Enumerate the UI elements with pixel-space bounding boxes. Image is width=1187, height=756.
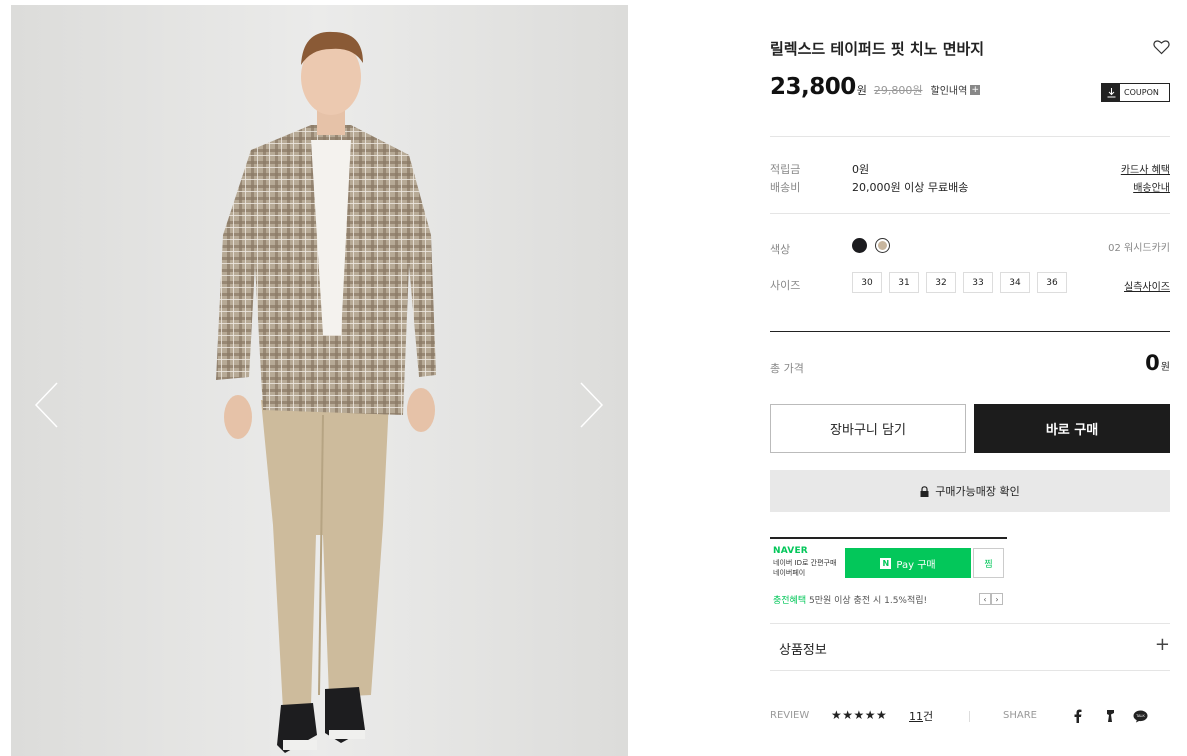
gallery-prev-arrow[interactable] (33, 381, 61, 429)
plus-icon: + (970, 84, 981, 95)
review-label: REVIEW (770, 710, 810, 721)
naver-pay-description: 네이버 ID로 간편구매 네이버페이 (773, 559, 837, 577)
divider (770, 670, 1170, 671)
product-image-gallery (11, 5, 628, 756)
product-info-panel: 릴렉스드 테이퍼드 핏 치노 면바지 23,800 원 29,800원 할인내역… (770, 0, 1170, 756)
naver-pay-buy-label: Pay 구매 (896, 559, 936, 571)
coupon-button[interactable]: COUPON (1101, 83, 1170, 102)
kakaotalk-icon[interactable]: TALK (1132, 708, 1148, 724)
size-option[interactable]: 33 (963, 272, 993, 293)
naver-wishlist-button[interactable]: 찜 (973, 548, 1004, 578)
naver-n-icon: N (880, 557, 892, 569)
store-availability-button[interactable]: 구매가능매장 확인 (770, 470, 1170, 512)
size-option[interactable]: 36 (1037, 272, 1067, 293)
naver-logo: NAVER (773, 546, 808, 556)
divider (770, 331, 1170, 332)
coupon-label: COUPON (1124, 88, 1159, 97)
heart-icon[interactable] (1153, 39, 1170, 55)
facebook-icon[interactable] (1070, 708, 1086, 724)
separator (969, 711, 970, 722)
lock-icon (920, 485, 929, 497)
total-price: 0 원 (1145, 351, 1170, 375)
shipping-value: 20,000원 이상 무료배송 (852, 181, 969, 194)
divider (770, 213, 1170, 214)
color-swatch-black[interactable] (852, 238, 867, 253)
buy-now-button[interactable]: 바로 구매 (974, 404, 1170, 453)
size-option[interactable]: 34 (1000, 272, 1030, 293)
review-count-value[interactable]: 11 (909, 710, 923, 723)
product-title: 릴렉스드 테이퍼드 핏 치노 면바지 (770, 40, 985, 58)
points-value: 0원 (852, 163, 870, 176)
size-option[interactable]: 31 (889, 272, 919, 293)
naver-pay-widget: NAVER 네이버 ID로 간편구매 네이버페이 N Pay 구매 찜 충전혜택… (770, 537, 1007, 607)
naver-pay-promo-text: 5만원 이상 충전 시 1.5%적립! (806, 596, 928, 606)
product-photo (11, 5, 628, 756)
promo-prev-icon[interactable]: ‹ (979, 593, 991, 605)
naver-pay-top-border (770, 537, 1007, 539)
color-label: 색상 (770, 243, 791, 256)
divider (770, 136, 1170, 137)
share-label: SHARE (1003, 710, 1037, 721)
rating-stars: ★★★★★ (831, 708, 888, 722)
sale-price: 23,800 (770, 74, 856, 100)
naver-pay-promo: 충전혜택 5만원 이상 충전 시 1.5%적립! (773, 593, 927, 606)
store-availability-label: 구매가능매장 확인 (935, 485, 1020, 498)
total-price-currency: 원 (1160, 362, 1170, 373)
selected-color-name: 02 워시드카키 (1108, 243, 1170, 254)
card-benefit-link[interactable]: 카드사 혜택 (1121, 161, 1170, 176)
points-label: 적립금 (770, 163, 801, 176)
color-swatch-washed-khaki[interactable] (875, 238, 890, 253)
total-label: 총 가격 (770, 362, 804, 375)
review-count[interactable]: 11건 (909, 708, 933, 724)
size-option[interactable]: 30 (852, 272, 882, 293)
price-row: 23,800 원 29,800원 할인내역 + (770, 74, 981, 100)
discount-details-link[interactable]: 할인내역 + (931, 82, 981, 97)
gallery-next-arrow[interactable] (577, 381, 605, 429)
add-to-cart-button[interactable]: 장바구니 담기 (770, 404, 966, 453)
svg-text:TALK: TALK (1136, 714, 1145, 718)
naver-pay-buy-button[interactable]: N Pay 구매 (845, 548, 971, 578)
size-label: 사이즈 (770, 279, 801, 292)
shipping-info-link[interactable]: 배송안내 (1133, 179, 1170, 194)
review-share-row: REVIEW ★★★★★ 11건 SHARE TALK (770, 708, 1170, 726)
naver-pay-promo-nav: ‹ › (979, 593, 1003, 605)
original-price: 29,800원 (873, 84, 923, 97)
total-price-value: 0 (1145, 351, 1160, 375)
review-count-unit: 건 (923, 710, 934, 723)
promo-next-icon[interactable]: › (991, 593, 1003, 605)
accordion-label: 상품정보 (779, 643, 827, 658)
download-icon (1102, 84, 1120, 101)
naver-pay-promo-highlight: 충전혜택 (773, 596, 807, 606)
size-option[interactable]: 32 (926, 272, 956, 293)
actual-size-link[interactable]: 실측사이즈 (1124, 278, 1170, 293)
shipping-label: 배송비 (770, 181, 801, 194)
expand-icon: + (1154, 634, 1170, 655)
kakaostory-icon[interactable] (1102, 708, 1118, 724)
discount-details-label: 할인내역 (930, 86, 968, 97)
price-currency: 원 (856, 84, 867, 97)
product-info-accordion[interactable]: 상품정보 + (770, 624, 1170, 670)
size-options: 30 31 32 33 34 36 (852, 272, 1067, 293)
